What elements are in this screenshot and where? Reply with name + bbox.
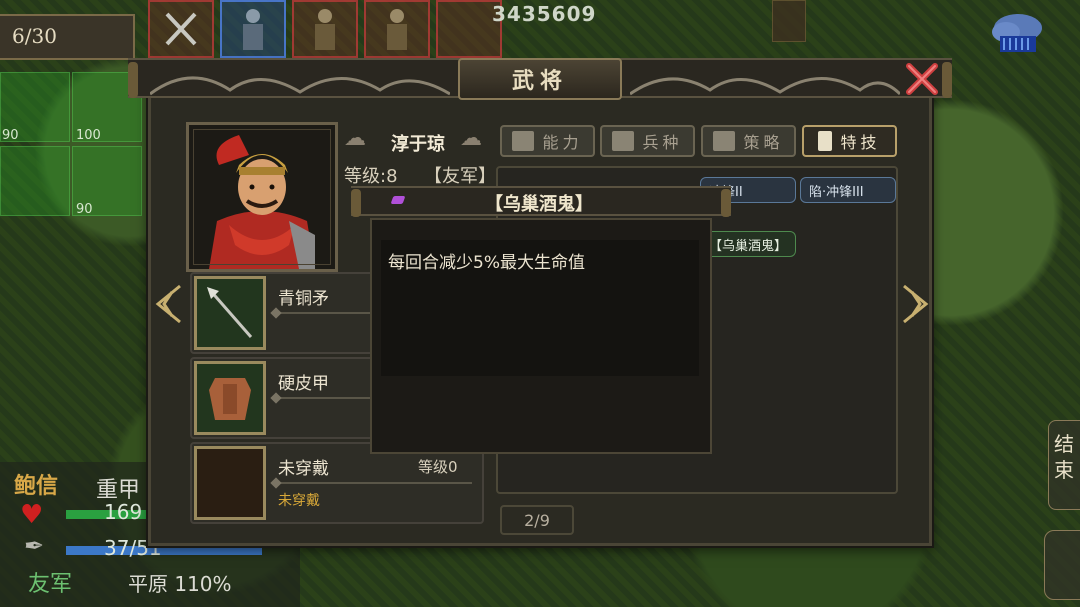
unit-portrait-slot[interactable] [292,0,358,58]
scroll-knob [128,62,138,98]
hp-value: 169 [104,500,143,524]
tab-label: 策略 [743,133,784,152]
close-button[interactable] [902,60,942,98]
tab-label: 特技 [840,133,881,152]
pause-button[interactable] [1044,530,1080,600]
cloud-ornament-icon [150,76,450,96]
tile-value: 100 [76,128,101,143]
tab-special-skill[interactable]: 特技 [802,125,897,157]
soldier-icon [612,131,635,151]
scroll-icon [818,131,833,151]
equipment-name: 硬皮甲 [278,374,329,394]
end-turn-button[interactable]: 结束 [1048,420,1080,510]
tile-value: 90 [2,128,19,143]
unit-side: 友军 [28,572,73,597]
mp-bar [66,546,262,555]
cloud-ornament-icon: ☁ [460,126,482,151]
movable-tile[interactable] [0,146,70,216]
tab-strategy[interactable]: 策略 [701,125,796,157]
skill-chip[interactable]: 【乌巢酒鬼】 [700,231,796,257]
unit-portrait-slot[interactable] [220,0,286,58]
prev-arrow-icon[interactable] [152,282,186,326]
scroll-knob [721,189,731,217]
unit-portrait-slot[interactable] [364,0,430,58]
cloud-ornament-icon: ☁ [344,126,366,151]
page-indicator: 2/9 [500,505,574,535]
equipment-slot-accessory[interactable]: 未穿戴 等级0 未穿戴 [190,442,484,524]
minimap-icon[interactable] [772,0,806,42]
tab-troop-type[interactable]: 兵种 [600,125,695,157]
crossed-swords-icon[interactable] [148,0,214,58]
armor-icon [194,361,266,435]
strategy-icon [713,131,736,151]
rain-cloud-icon[interactable] [986,8,1050,60]
skill-chip[interactable]: 陷·冲锋III [800,177,896,203]
spear-icon [194,276,266,350]
equipment-name: 青铜矛 [278,289,329,309]
unit-name: 鲍信 [14,474,59,499]
terrain-info: 平原 110% [128,572,232,596]
score-display: 3435609 [492,2,597,26]
end-turn-label: 结束 [1054,432,1074,482]
dialog-title: 武将 [458,58,622,100]
hero-name: 淳于琼 [391,134,445,155]
scroll-knob [351,189,361,217]
tooltip-title: 【乌巢酒鬼】 [485,194,593,215]
tab-label: 兵种 [642,133,683,152]
equipment-level: 等级0 [418,458,458,476]
close-icon [906,63,938,95]
scroll-knob [942,62,952,98]
turn-counter: 6/30 [0,14,135,60]
tab-ability[interactable]: 能力 [500,125,595,157]
tab-label: 能力 [542,133,583,152]
divider [272,482,472,484]
hero-portrait-frame [186,122,338,272]
cloud-ornament-icon [630,77,900,96]
heart-icon: ♥ [20,500,44,530]
tile-value: 90 [76,202,93,217]
hero-portrait [189,125,335,269]
empty-slot-icon [194,446,266,520]
next-arrow-icon[interactable] [898,282,932,326]
tooltip-description: 每回合减少5%最大生命值 [388,253,585,273]
book-icon [512,131,535,151]
hero-side: 【友军】 [424,166,496,187]
hero-level: 等级:8 [344,166,398,187]
equipment-name: 未穿戴 [278,459,329,479]
equipment-status: 未穿戴 [278,493,320,509]
feather-icon: ✒ [24,532,45,560]
